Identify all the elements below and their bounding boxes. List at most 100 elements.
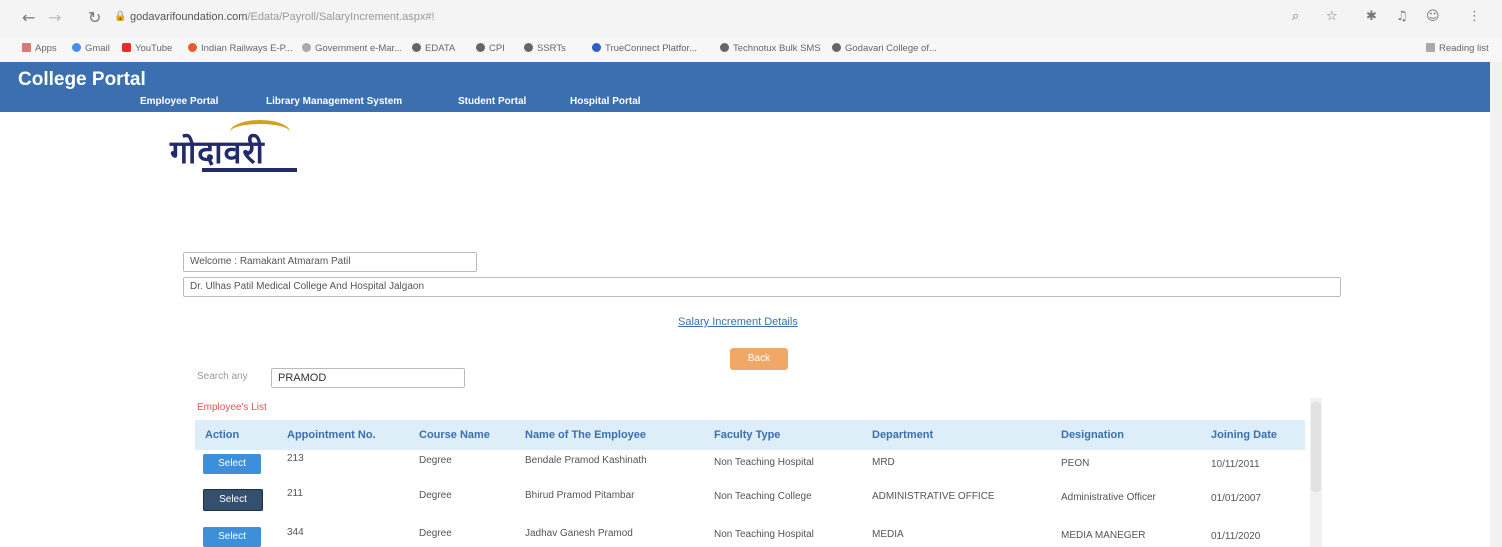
employee-list-title: Employee's List (197, 402, 267, 413)
bookmark-youtube[interactable]: YouTube (122, 43, 172, 54)
bookmark-edata[interactable]: EDATA (412, 43, 455, 54)
forward-arrow-icon[interactable]: → (48, 8, 61, 27)
header-joining-date: Joining Date (1211, 429, 1278, 441)
cell-appointment-no: 211 (287, 488, 303, 499)
globe-icon (476, 43, 485, 52)
bookmark-apps[interactable]: Apps (22, 43, 57, 54)
url-domain: godavarifoundation.com (130, 11, 248, 23)
nav-library-management[interactable]: Library Management System (266, 96, 402, 107)
cell-designation: Administrative Officer (1061, 492, 1156, 503)
globe-icon (832, 43, 841, 52)
apps-grid-icon (22, 43, 31, 52)
bookmark-reading-list[interactable]: Reading list (1426, 43, 1489, 54)
select-button[interactable]: Select (203, 489, 263, 511)
bookmark-label: Godavari College of... (845, 43, 937, 54)
youtube-icon (122, 43, 131, 52)
cell-course: Degree (419, 455, 452, 466)
page-scrollbar[interactable] (1490, 62, 1502, 547)
bookmark-trueconnect[interactable]: TrueConnect Platfor... (592, 43, 697, 54)
cell-joining-date: 01/01/2007 (1211, 493, 1262, 504)
reading-list-icon (1426, 43, 1435, 52)
cell-department: ADMINISTRATIVE OFFICE (872, 491, 995, 502)
logo-text: गोदावरी (170, 133, 265, 171)
back-arrow-icon[interactable]: ← (22, 8, 35, 27)
bookmark-technotux[interactable]: Technotux Bulk SMS (720, 43, 821, 54)
table-row: Select 211 Degree Bhirud Pramod Pitambar… (195, 484, 1305, 518)
nav-employee-portal[interactable]: Employee Portal (140, 96, 218, 107)
nav-student-portal[interactable]: Student Portal (458, 96, 526, 107)
globe-icon (412, 43, 421, 52)
table-scrollbar-thumb[interactable] (1311, 402, 1321, 492)
cell-appointment-no: 344 (287, 527, 304, 538)
gem-icon (302, 43, 311, 52)
url-path: /Edata/Payroll/SalaryIncrement.aspx#! (247, 11, 435, 23)
bookmark-gmail[interactable]: Gmail (72, 43, 110, 54)
bookmark-label: CPI (489, 43, 505, 54)
cell-employee-name: Bendale Pramod Kashinath (525, 455, 647, 466)
cell-faculty-type: Non Teaching College (714, 491, 812, 502)
bookmark-ssrts[interactable]: SSRTs (524, 43, 566, 54)
railways-icon (188, 43, 197, 52)
globe-icon (720, 43, 729, 52)
bookmark-gem[interactable]: Government e-Mar... (302, 43, 402, 54)
header-course-name: Course Name (419, 429, 490, 441)
header-appointment-no: Appointment No. (287, 429, 376, 441)
cell-faculty-type: Non Teaching Hospital (714, 529, 814, 540)
welcome-box: Welcome : Ramakant Atmaram Patil (183, 252, 477, 272)
globe-icon (524, 43, 533, 52)
header-designation: Designation (1061, 429, 1124, 441)
cell-appointment-no: 213 (287, 453, 304, 464)
nav-hospital-portal[interactable]: Hospital Portal (570, 96, 641, 107)
cell-joining-date: 01/11/2020 (1211, 531, 1261, 542)
portal-title: College Portal (18, 69, 146, 90)
header-department: Department (872, 429, 934, 441)
bookmark-cpi[interactable]: CPI (476, 43, 505, 54)
search-input[interactable]: PRAMOD (271, 368, 465, 388)
bookmarks-bar: Apps Gmail YouTube Indian Railways E-P..… (0, 38, 1502, 63)
cell-faculty-type: Non Teaching Hospital (714, 457, 814, 468)
cell-designation: PEON (1061, 458, 1090, 469)
lock-icon[interactable]: 🔒 (114, 11, 126, 22)
bookmark-godavari-college[interactable]: Godavari College of... (832, 43, 937, 54)
zoom-icon[interactable]: ⌕ (1292, 9, 1299, 24)
header-faculty-type: Faculty Type (714, 429, 781, 441)
godavari-logo: गोदावरी (170, 120, 345, 180)
bookmark-label: EDATA (425, 43, 456, 54)
table-header: Action Appointment No. Course Name Name … (195, 420, 1305, 450)
menu-dots-icon[interactable]: ⋮ (1468, 9, 1481, 24)
reload-icon[interactable]: ↻ (88, 8, 101, 27)
logo-underline (202, 168, 297, 172)
salary-increment-link[interactable]: Salary Increment Details (678, 316, 798, 328)
bookmark-label: Government e-Mar... (315, 43, 403, 54)
bookmark-label: YouTube (135, 43, 173, 54)
bookmark-label: SSRTs (537, 43, 566, 54)
bookmark-indian-railways[interactable]: Indian Railways E-P... (188, 43, 293, 54)
trueconnect-icon (592, 43, 601, 52)
bookmark-label: Gmail (85, 43, 110, 54)
cell-department: MRD (872, 457, 895, 468)
extensions-icon[interactable]: ✱ (1366, 9, 1377, 24)
cell-course: Degree (419, 490, 452, 501)
profile-icon[interactable]: ☺ (1426, 9, 1440, 24)
header-action: Action (205, 429, 240, 441)
bookmark-label: Indian Railways E-P... (201, 43, 293, 54)
bookmark-label: Technotux Bulk SMS (733, 43, 821, 54)
header-employee-name: Name of The Employee (525, 429, 647, 441)
table-row: Select 344 Degree Jadhav Ganesh Pramod N… (195, 518, 1305, 547)
cell-employee-name: Jadhav Ganesh Pramod (525, 528, 633, 539)
select-button[interactable]: Select (203, 454, 261, 474)
select-button[interactable]: Select (203, 527, 261, 547)
cell-employee-name: Bhirud Pramod Pitambar (525, 490, 635, 501)
bookmark-label: Reading list (1439, 43, 1489, 54)
employee-table: Action Appointment No. Course Name Name … (195, 420, 1305, 547)
cell-department: MEDIA (872, 529, 904, 540)
cell-joining-date: 10/11/2011 (1211, 459, 1260, 470)
star-icon[interactable]: ☆ (1326, 9, 1338, 24)
search-label: Search any (197, 371, 248, 382)
media-icon[interactable]: ♫ (1396, 9, 1408, 24)
url-field[interactable]: godavarifoundation.com/Edata/Payroll/Sal… (130, 11, 435, 23)
google-icon (72, 43, 81, 52)
back-button[interactable]: Back (730, 348, 788, 370)
browser-address-bar: ← → ↻ 🔒 godavarifoundation.com/Edata/Pay… (0, 0, 1502, 38)
bookmark-label: Apps (35, 43, 57, 54)
